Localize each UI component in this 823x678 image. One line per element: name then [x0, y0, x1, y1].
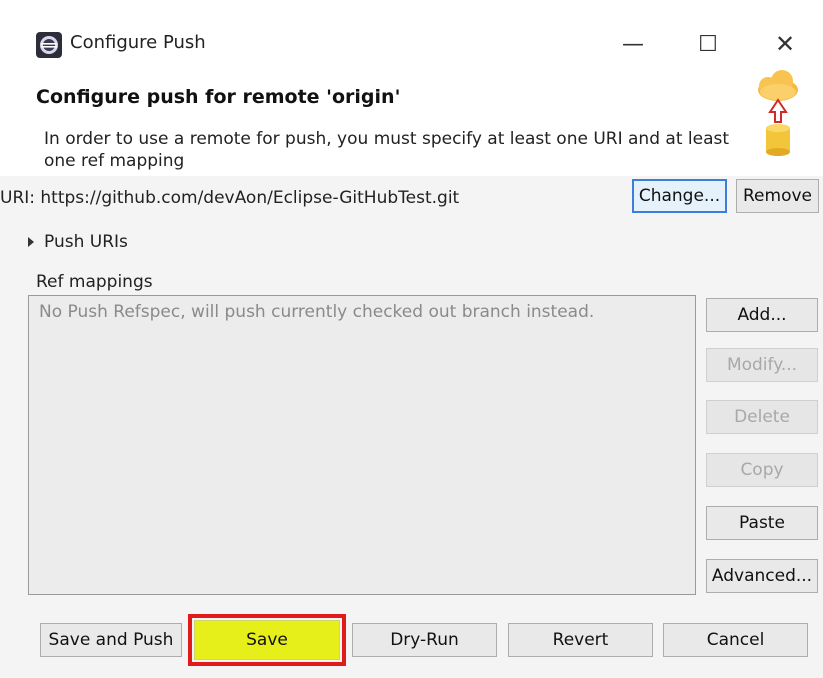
save-highlight-annotation	[188, 614, 346, 666]
save-and-push-button[interactable]: Save and Push	[40, 623, 182, 657]
push-uris-expander[interactable]: Push URIs	[28, 232, 128, 252]
title-bar: Configure Push — ☐ ✕	[0, 0, 823, 78]
page-description: In order to use a remote for push, you m…	[44, 129, 730, 171]
expand-triangle-icon[interactable]	[28, 237, 34, 247]
close-button[interactable]: ✕	[762, 24, 808, 64]
uri-value: URI: https://github.com/devAon/Eclipse-G…	[0, 188, 460, 208]
paste-refspec-button[interactable]: Paste	[706, 506, 818, 540]
dry-run-button[interactable]: Dry-Run	[352, 623, 497, 657]
push-uris-label: Push URIs	[44, 232, 128, 252]
copy-refspec-button[interactable]: Copy	[706, 453, 818, 487]
ref-mappings-label: Ref mappings	[36, 272, 153, 292]
wizard-header: Configure push for remote 'origin' In or…	[0, 70, 823, 176]
delete-refspec-button[interactable]: Delete	[706, 400, 818, 434]
remove-uri-button[interactable]: Remove	[736, 179, 819, 213]
ref-mappings-list[interactable]: No Push Refspec, will push currently che…	[28, 295, 696, 595]
ref-mappings-empty-message: No Push Refspec, will push currently che…	[39, 302, 595, 322]
window-title: Configure Push	[70, 32, 206, 53]
advanced-button[interactable]: Advanced...	[706, 559, 818, 593]
eclipse-icon	[36, 32, 62, 58]
modify-refspec-button[interactable]: Modify...	[706, 348, 818, 382]
minimize-button[interactable]: —	[610, 24, 656, 64]
page-title: Configure push for remote 'origin'	[36, 86, 401, 108]
change-uri-button[interactable]: Change...	[632, 179, 727, 213]
add-refspec-button[interactable]: Add...	[706, 298, 818, 332]
configure-push-dialog: Configure Push — ☐ ✕ Configure push for …	[0, 0, 823, 678]
maximize-button[interactable]: ☐	[685, 24, 731, 64]
revert-button[interactable]: Revert	[508, 623, 653, 657]
cancel-button[interactable]: Cancel	[663, 623, 808, 657]
cloud-upload-database-icon	[758, 70, 798, 156]
